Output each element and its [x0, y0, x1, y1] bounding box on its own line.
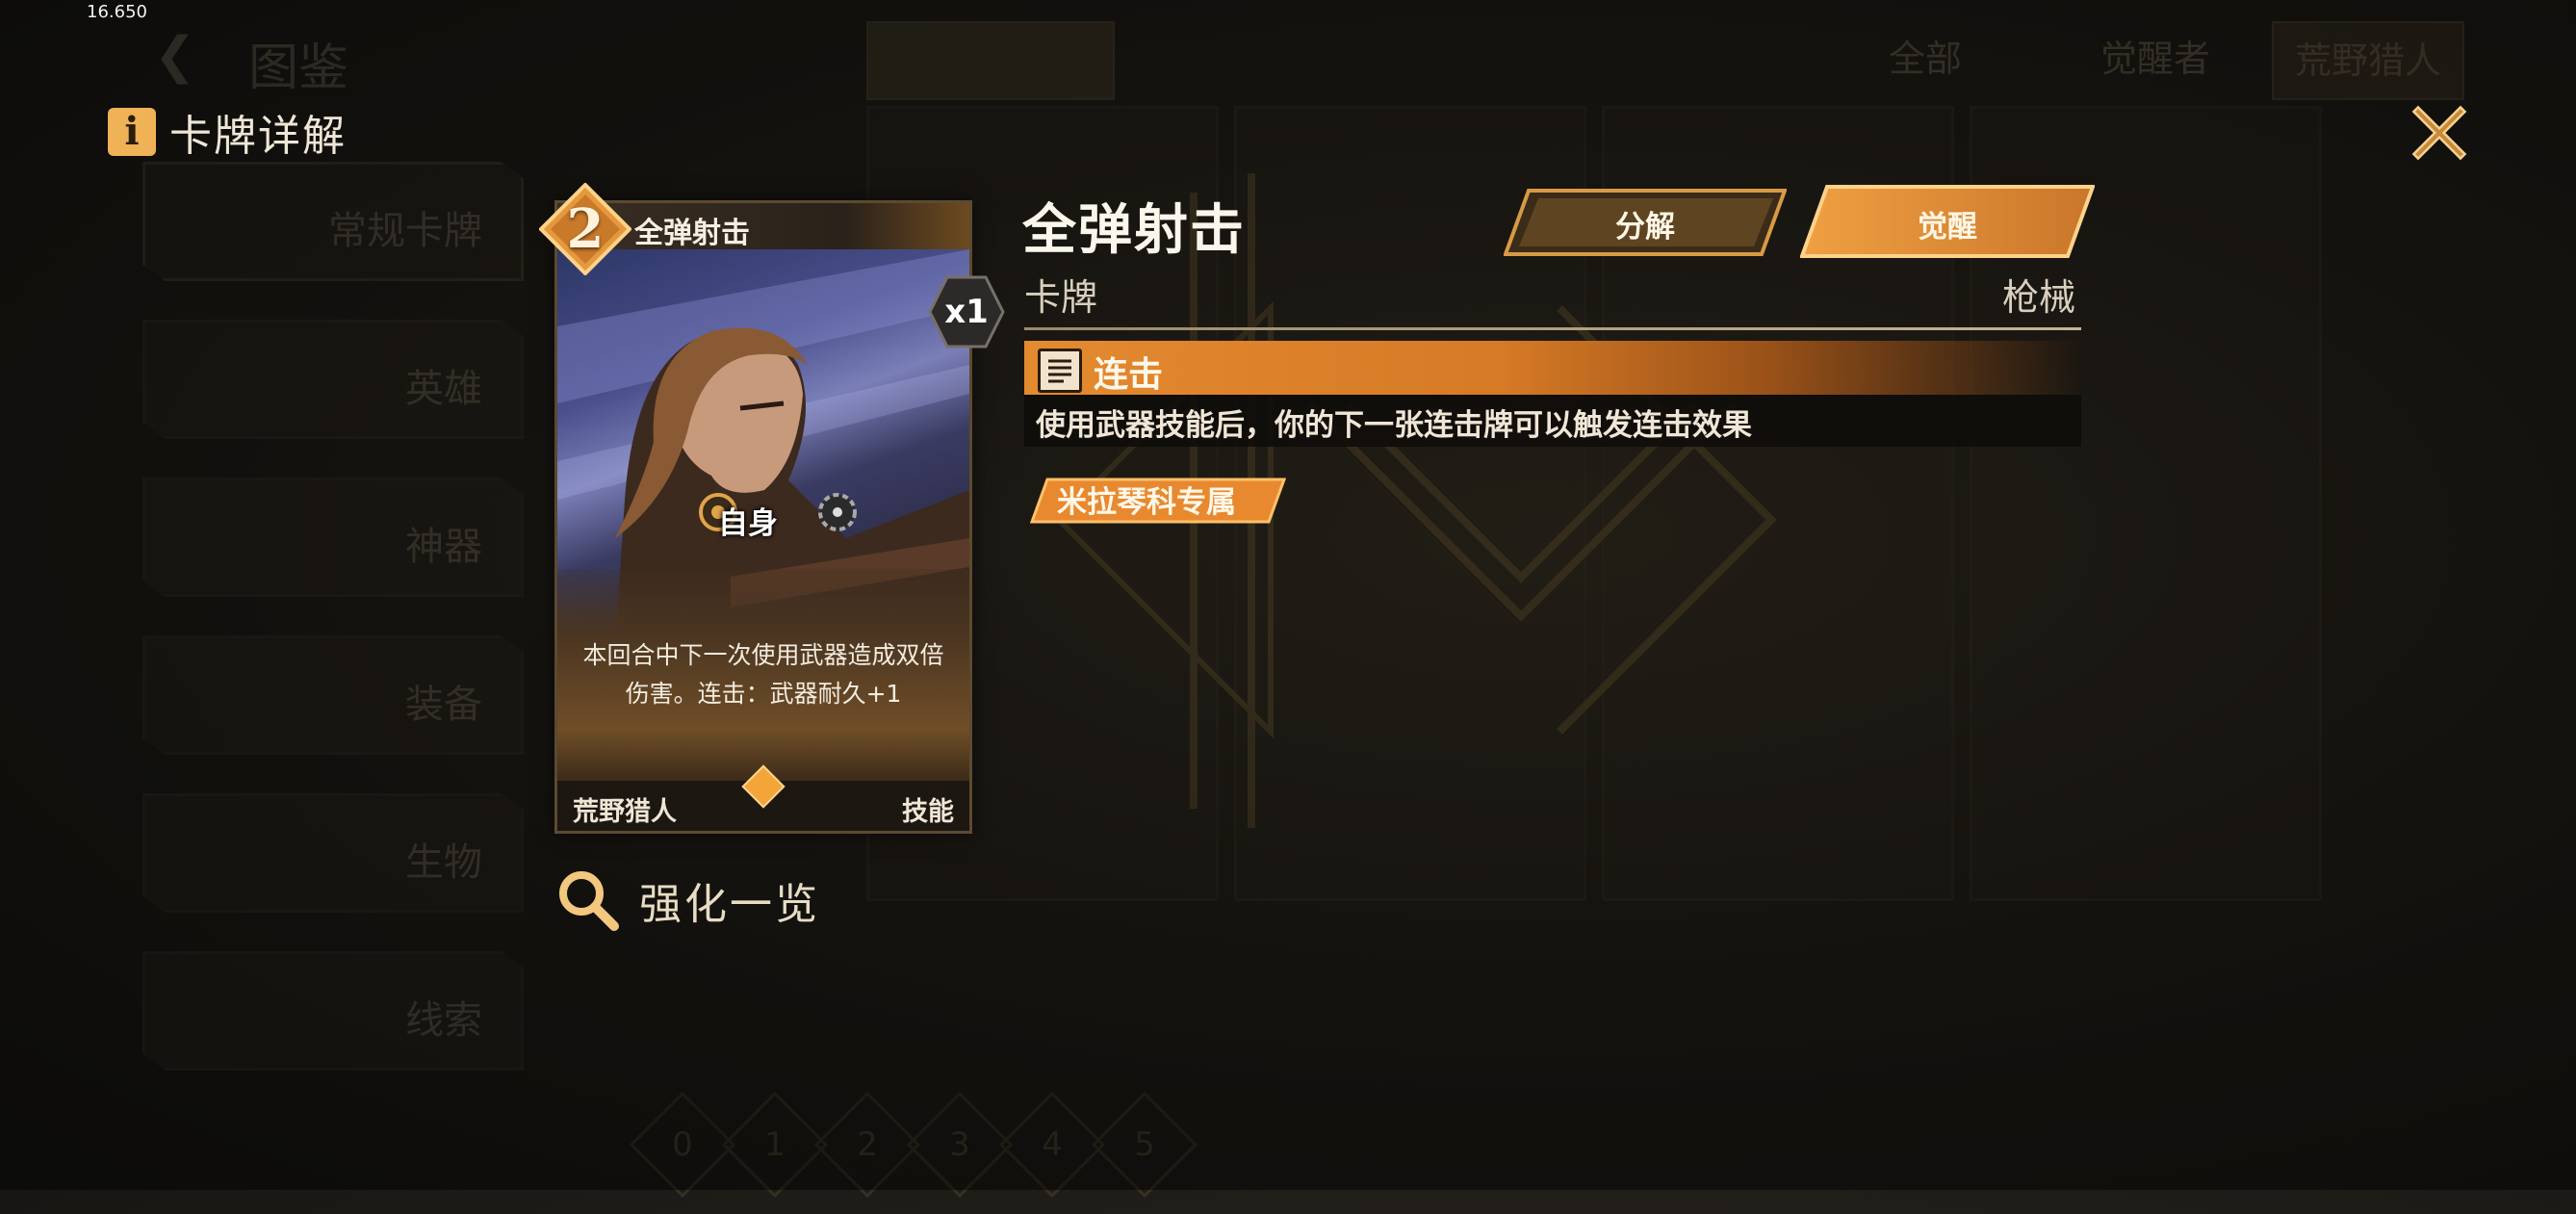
card-target: 自身	[718, 506, 778, 541]
fps-counter: 16.650	[87, 2, 147, 22]
awaken-label: 觉醒	[1918, 210, 1977, 245]
card-class: 荒野猎人	[573, 797, 677, 827]
keyword-name: 连击	[1094, 355, 1164, 395]
card-type: 技能	[902, 797, 954, 827]
detail-title: 全弹射击	[1022, 199, 1246, 262]
card-description: 本回合中下一次使用武器造成双倍 伤害。连击：武器耐久+1	[567, 636, 960, 713]
exclusive-tag: 米拉琴科专属	[1057, 485, 1236, 520]
keyword-header: 连击	[1024, 341, 2081, 395]
card-name: 全弹射击	[634, 217, 750, 250]
target-gear-icon	[818, 493, 857, 531]
panel-header: i 卡牌详解	[108, 106, 347, 161]
card-description-line: 伤害。连击：武器耐久+1	[625, 680, 902, 708]
magnifier-icon	[559, 871, 619, 931]
detail-category: 卡牌	[1024, 276, 1098, 319]
awaken-button[interactable]: 觉醒	[1799, 185, 2096, 258]
enhance-list-button[interactable]: 强化一览	[556, 866, 820, 934]
keyword-scroll-icon	[1038, 349, 1082, 393]
card-cost: 2	[566, 197, 605, 261]
card-description-line: 本回合中下一次使用武器造成双倍	[582, 641, 944, 669]
info-icon: i	[108, 108, 156, 156]
detail-attribute: 枪械	[2002, 276, 2076, 319]
modal-overlay	[0, 0, 2576, 1190]
divider	[1024, 327, 2081, 330]
close-icon[interactable]	[2409, 102, 2470, 164]
decompose-button[interactable]: 分解	[1503, 189, 1788, 256]
keyword-description: 使用武器技能后，你的下一张连击牌可以触发连击效果	[1036, 408, 1752, 443]
panel-title: 卡牌详解	[169, 112, 347, 161]
enhance-list-label: 强化一览	[639, 880, 820, 929]
decompose-label: 分解	[1615, 210, 1675, 245]
card-count: x1	[944, 293, 989, 331]
